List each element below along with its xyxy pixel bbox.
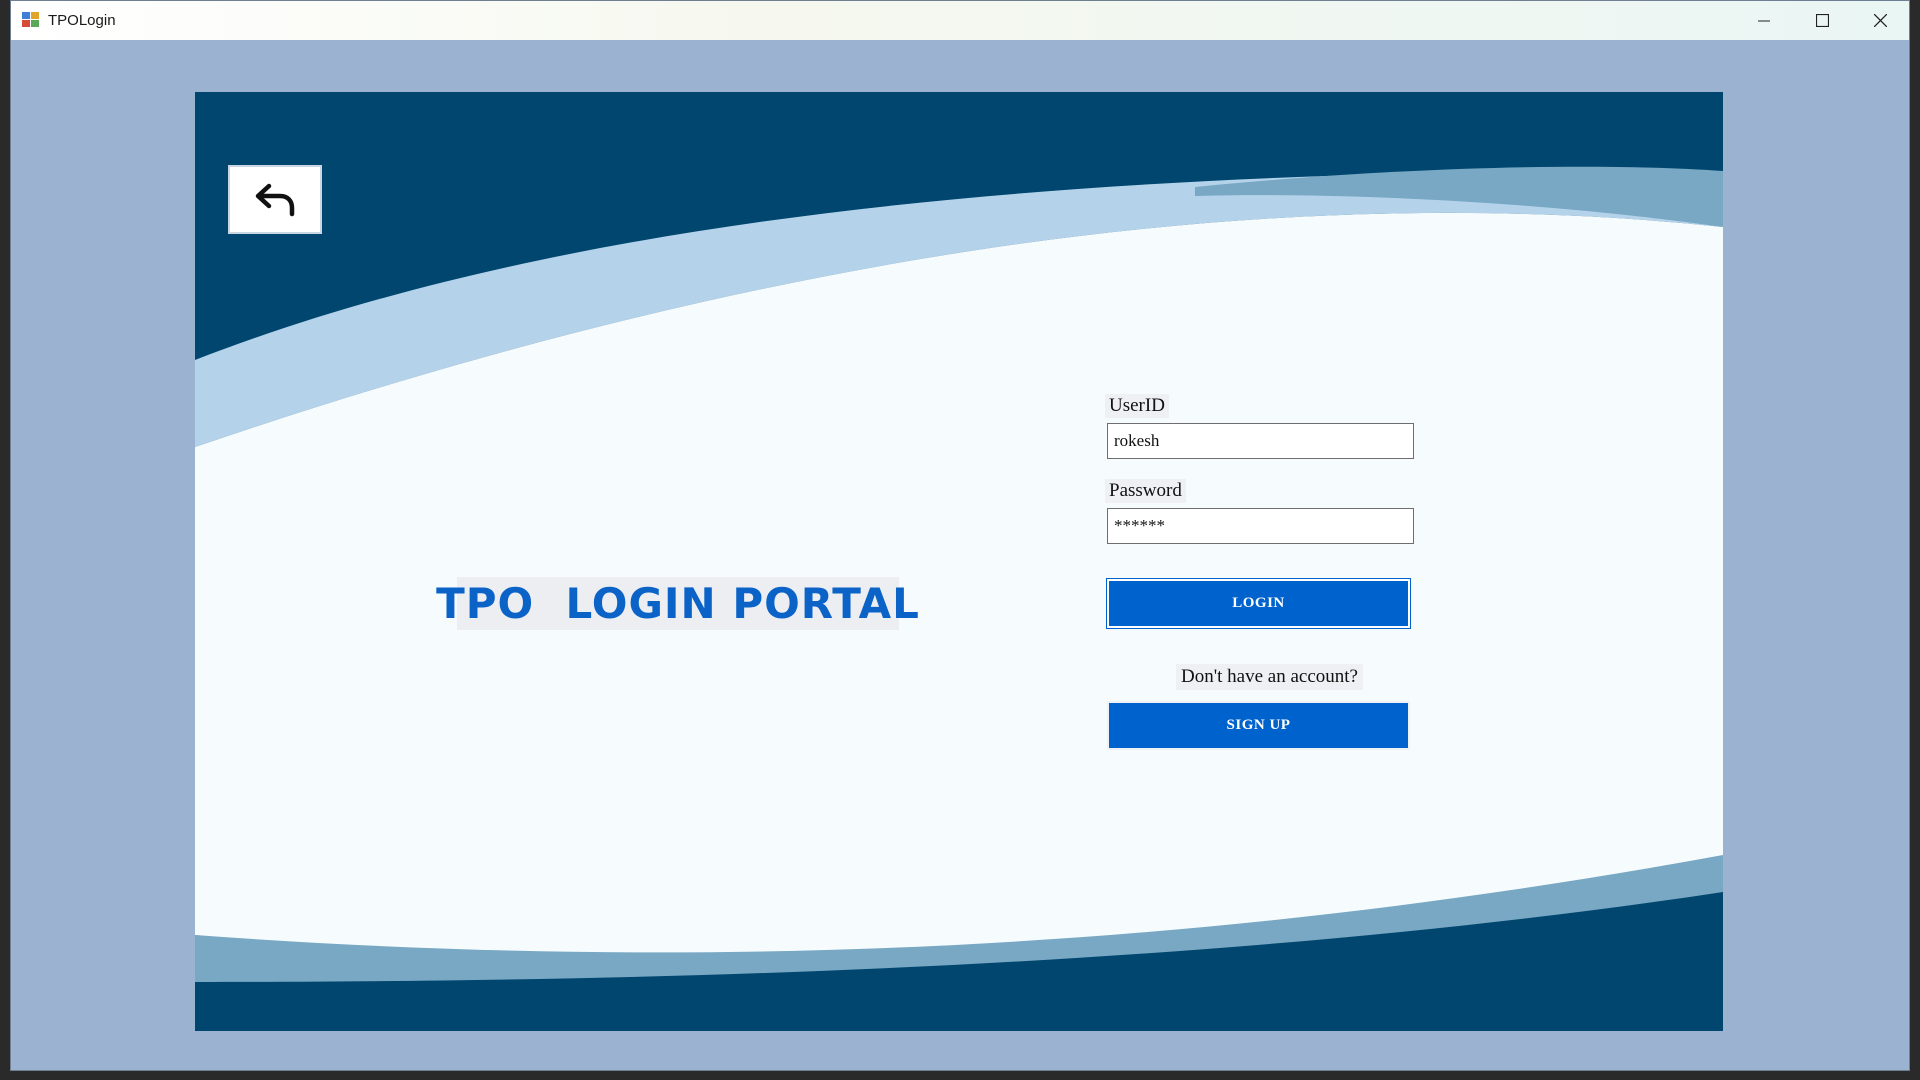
app-icon bbox=[22, 12, 40, 29]
close-icon bbox=[1873, 14, 1887, 27]
maximize-icon bbox=[1815, 14, 1829, 27]
password-field[interactable] bbox=[1107, 508, 1414, 544]
close-button[interactable] bbox=[1851, 1, 1909, 40]
password-label: Password bbox=[1105, 479, 1186, 503]
minimize-button[interactable] bbox=[1735, 1, 1793, 40]
back-arrow-icon bbox=[255, 183, 295, 216]
background-swoosh bbox=[195, 92, 1723, 1031]
signup-prompt: Don't have an account? bbox=[1176, 664, 1363, 690]
back-button[interactable] bbox=[228, 165, 322, 234]
signup-button[interactable]: SIGN UP bbox=[1107, 701, 1410, 750]
login-panel: TPO LOGIN PORTAL UserID Password LOGIN D… bbox=[195, 92, 1723, 1031]
title-bar[interactable]: TPOLogin bbox=[11, 1, 1909, 40]
userid-label: UserID bbox=[1105, 394, 1169, 418]
portal-title: TPO LOGIN PORTAL bbox=[436, 577, 920, 630]
maximize-button[interactable] bbox=[1793, 1, 1851, 40]
userid-field[interactable] bbox=[1107, 423, 1414, 459]
window-title: TPOLogin bbox=[48, 12, 116, 29]
minimize-icon bbox=[1758, 20, 1770, 21]
window-controls bbox=[1735, 1, 1909, 40]
app-window: TPOLogin TPO LOGIN PORTAL UserID rokesh … bbox=[10, 0, 1910, 1071]
login-button[interactable]: LOGIN bbox=[1107, 579, 1410, 628]
